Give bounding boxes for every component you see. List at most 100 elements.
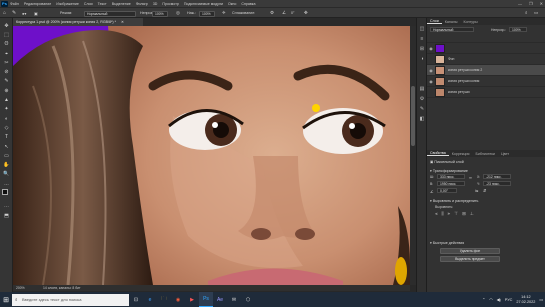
minimize-button[interactable]: — <box>518 1 522 6</box>
menu-image[interactable]: Изображение <box>56 2 79 6</box>
windows-start-icon[interactable]: ⊞ <box>0 292 12 307</box>
menu-type[interactable]: Текст <box>98 2 107 6</box>
layer-row[interactable]: копия ретуши <box>427 87 545 98</box>
home-icon[interactable]: ⌂ <box>3 10 6 16</box>
remove-background-button[interactable]: Удалить фон <box>440 248 500 254</box>
mail-icon[interactable]: ✉ <box>227 292 241 307</box>
after-effects-icon[interactable]: Ae <box>213 292 227 307</box>
menu-filter[interactable]: Фильтр <box>136 2 148 6</box>
quick-actions-title[interactable]: ▾ Быстрые действия <box>427 238 545 246</box>
brush-settings-icon[interactable]: ▣ <box>34 11 38 16</box>
tab-properties[interactable]: Свойства <box>427 151 449 156</box>
marquee-tool-icon[interactable]: ⬚ <box>0 30 13 39</box>
network-icon[interactable]: ◠ <box>489 297 492 302</box>
menu-select[interactable]: Выделение <box>112 2 131 6</box>
layer-row[interactable]: ◉ <box>427 43 545 54</box>
hand-tool-icon[interactable]: ✋ <box>0 160 13 169</box>
mode-select[interactable]: Нормальный <box>84 10 136 17</box>
more-tools-icon[interactable]: … <box>0 179 13 188</box>
angle-value[interactable]: 0° <box>291 11 294 15</box>
tab-paths[interactable]: Контуры <box>461 20 481 24</box>
angle-icon[interactable]: ∠ <box>282 10 286 16</box>
align-section-title[interactable]: ▾ Выровнять и распределить <box>427 196 545 204</box>
language-indicator[interactable]: РУС <box>505 298 513 302</box>
layer-opacity-input[interactable]: 100% <box>509 27 527 32</box>
notifications-icon[interactable]: ▭ <box>539 297 543 302</box>
menu-3d[interactable]: 3D <box>153 2 158 6</box>
menu-plugins[interactable]: Подключаемые модули <box>184 2 223 6</box>
menu-layers[interactable]: Слои <box>84 2 93 6</box>
select-subject-button[interactable]: Выделить предмет <box>440 256 500 262</box>
clone-stamp-tool-icon[interactable]: ✦ <box>0 105 13 114</box>
smoothing-settings-icon[interactable]: ⚙ <box>270 10 274 16</box>
tab-adjustments[interactable]: Коррекция <box>449 152 473 156</box>
tab-channels[interactable]: Каналы <box>442 20 461 24</box>
crop-tool-icon[interactable]: ✂ <box>0 58 13 67</box>
search-icon[interactable]: ⌕ <box>525 10 528 15</box>
visibility-eye-icon[interactable]: ◉ <box>427 68 435 73</box>
tray-chevron-icon[interactable]: ⌃ <box>482 297 485 302</box>
zoom-tool-icon[interactable]: 🔍 <box>0 170 13 179</box>
menu-help[interactable]: Справка <box>241 2 255 6</box>
x-input[interactable]: -212 пикс. <box>483 174 511 179</box>
menu-window[interactable]: Окно <box>228 2 236 6</box>
flip-horizontal-icon[interactable]: ⇋ <box>475 188 478 193</box>
workspace-icon[interactable]: ▭ <box>534 10 538 16</box>
edge-browser-icon[interactable]: e <box>143 292 157 307</box>
transform-section-title[interactable]: ▾ Трансформирование <box>427 165 545 174</box>
app-icon[interactable]: ⬡ <box>241 292 255 307</box>
pressure-opacity-icon[interactable]: ◎ <box>176 10 180 16</box>
visibility-eye-icon[interactable]: ◉ <box>427 46 435 51</box>
symmetry-icon[interactable]: ✥ <box>304 10 308 16</box>
move-tool-icon[interactable]: ✥ <box>0 21 13 30</box>
photoshop-taskbar-icon[interactable]: Ps <box>199 292 213 307</box>
healing-brush-tool-icon[interactable]: ⊕ <box>0 86 13 95</box>
brush-size-icon[interactable]: ●▾ <box>22 11 26 16</box>
eraser-tool-icon[interactable]: ◇ <box>0 123 13 132</box>
width-input[interactable]: 333 пикс. <box>437 174 465 179</box>
file-explorer-icon[interactable]: 🗀 <box>157 292 171 307</box>
brush-icon[interactable]: ✎ <box>12 10 16 16</box>
maximize-button[interactable]: ❐ <box>529 1 533 6</box>
frame-tool-icon[interactable]: ⊘ <box>0 67 13 76</box>
flip-vertical-icon[interactable]: ⇵ <box>483 188 486 193</box>
visibility-eye-icon[interactable]: ◉ <box>427 79 435 84</box>
screen-mode-icon[interactable]: ⬒ <box>0 212 13 221</box>
quick-select-tool-icon[interactable]: ⌖ <box>0 49 13 58</box>
layer-row[interactable]: Фон <box>427 54 545 65</box>
align-top-icon[interactable]: ⊤ <box>454 211 458 217</box>
align-middle-icon[interactable]: ⊞ <box>462 211 466 217</box>
photoshop-logo[interactable]: Ps <box>1 0 8 7</box>
close-button[interactable]: ✕ <box>540 1 543 6</box>
flow-input[interactable]: 100% <box>199 10 215 17</box>
rectangle-tool-icon[interactable]: ▭ <box>0 151 13 160</box>
tab-libraries[interactable]: Библиотеки <box>472 152 497 156</box>
path-select-tool-icon[interactable]: ↖ <box>0 142 13 151</box>
chrome-browser-icon[interactable]: ◉ <box>171 292 185 307</box>
type-tool-icon[interactable]: T <box>0 133 13 142</box>
align-left-icon[interactable]: ⫷ <box>435 211 438 217</box>
volume-icon[interactable]: ◀) <box>497 297 501 302</box>
clock[interactable]: 14:12 27.02.2022 <box>516 295 535 305</box>
foreground-color[interactable] <box>2 189 8 196</box>
menu-edit[interactable]: Редактирование <box>24 2 51 6</box>
tab-layers[interactable]: Слои <box>427 19 442 24</box>
layer-row-selected[interactable]: ◉ копия ретуши копия 2 <box>427 65 545 76</box>
lasso-tool-icon[interactable]: ʘ <box>0 40 13 49</box>
eyedropper-tool-icon[interactable]: ✎ <box>0 77 13 86</box>
align-bottom-icon[interactable]: ⊥ <box>470 211 474 217</box>
height-input[interactable]: 1950 пикс. <box>437 181 465 186</box>
task-view-icon[interactable]: ⊡ <box>129 292 143 307</box>
angle-input[interactable]: 0,00° <box>437 188 457 193</box>
opacity-input[interactable]: 100% <box>152 10 168 17</box>
y-input[interactable]: -23 пикс. <box>483 181 511 186</box>
scrollbar-thumb[interactable] <box>411 86 415 146</box>
menu-file[interactable]: Файл <box>10 2 19 6</box>
canvas-area[interactable] <box>13 26 410 285</box>
align-center-icon[interactable]: ⫼ <box>442 211 444 217</box>
menu-view[interactable]: Просмотр <box>162 2 178 6</box>
tab-color[interactable]: Цвет <box>498 152 512 156</box>
align-right-icon[interactable]: ⫸ <box>448 211 451 217</box>
color-swatches[interactable] <box>0 188 12 202</box>
brush-tool-icon[interactable]: ▲ <box>0 95 13 104</box>
